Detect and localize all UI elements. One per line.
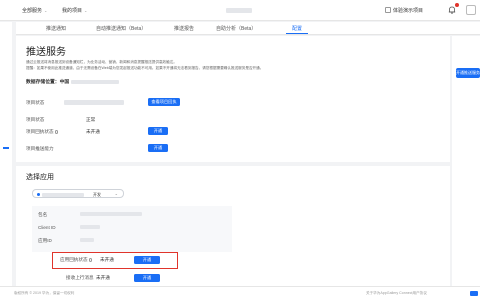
notification-badge bbox=[455, 3, 459, 7]
enable-app-receipt-button[interactable]: 开通 bbox=[134, 256, 160, 264]
enable-push-capability-button[interactable]: 开通 bbox=[148, 144, 168, 152]
project-status-label: 项目状态 bbox=[26, 117, 45, 122]
tab-bar: 推送通知 自动推送通知（Beta） 推送报告 自助分析（Beta） 配置 bbox=[16, 22, 480, 35]
experience-project-link[interactable]: 体验演示项目 bbox=[385, 6, 423, 14]
experience-project-label: 体验演示项目 bbox=[393, 7, 424, 14]
app-name-redacted bbox=[226, 8, 252, 13]
enable-receipt-button[interactable]: 开通 bbox=[148, 127, 168, 135]
footer: 版权所有 © 2019 华为，保留一切权利 关于华为AppGallery Con… bbox=[0, 286, 480, 300]
app-id-label: 应用ID bbox=[38, 238, 52, 243]
package-name-redacted bbox=[80, 212, 142, 216]
push-service-reminder: 提醒：如果不使用此推送通道，由于无需设备在Web端为您发起推送功能不可用。如果不… bbox=[26, 66, 264, 70]
chevron-down-icon: ⌄ bbox=[84, 8, 88, 13]
project-status-redacted bbox=[64, 100, 124, 105]
app-detail-box: 包名 Client ID 应用ID bbox=[32, 206, 232, 252]
chevron-down-icon: ⌄ bbox=[44, 8, 48, 13]
push-service-description: 通过云推送将消息推送到设备通知栏，为业务活动、营销、新闻和消息提醒推送提供高效触… bbox=[26, 60, 177, 64]
project-receipt-status: 项目回执状态 bbox=[26, 129, 59, 135]
project-dropdown[interactable]: 我的项目 ⌄ bbox=[62, 7, 87, 14]
info-icon bbox=[54, 130, 59, 134]
data-location-label: 数据存储位置：中国 bbox=[26, 80, 70, 85]
top-bar: 全部服务 ⌄ 我的项目 ⌄ 体验演示项目 bbox=[0, 0, 480, 21]
project-status-value: 正常 bbox=[86, 117, 96, 122]
tab-push-notification[interactable]: 推送通知 bbox=[46, 25, 66, 32]
service-dropdown[interactable]: 全部服务 ⌄ bbox=[22, 7, 47, 14]
app-name-redacted bbox=[42, 192, 84, 197]
service-dropdown-label: 全部服务 bbox=[22, 8, 43, 14]
tab-auto-push[interactable]: 自动推送通知（Beta） bbox=[96, 25, 146, 32]
app-receipt-status-label: 应用回执状态 bbox=[60, 257, 88, 262]
receive-upstream-label: 接收上行消息 bbox=[66, 275, 94, 280]
project-icon bbox=[385, 7, 391, 13]
project-status-label: 项目状态 bbox=[26, 100, 45, 105]
info-icon bbox=[88, 258, 93, 262]
package-name-label: 包名 bbox=[38, 212, 48, 217]
tab-settings[interactable]: 配置 bbox=[292, 25, 302, 32]
app-select-status: 开发 bbox=[93, 191, 101, 197]
push-service-card: 推送服务 通过云推送将消息推送到设备通知栏，为业务活动、营销、新闻和消息提醒推送… bbox=[16, 36, 450, 162]
project-push-capability-label: 项目推送能力 bbox=[26, 146, 54, 151]
app-select[interactable]: 开发 ⌄ bbox=[32, 189, 124, 198]
view-project-receipt-button[interactable]: 查看项目回执 bbox=[148, 98, 180, 106]
app-id-redacted bbox=[80, 238, 94, 242]
data-location-redacted bbox=[71, 79, 120, 84]
client-id-label: Client ID bbox=[38, 225, 56, 230]
tab-push-report[interactable]: 推送报告 bbox=[174, 25, 194, 32]
enable-upstream-button[interactable]: 开通 bbox=[134, 274, 160, 282]
chevron-down-icon: ⌄ bbox=[114, 191, 118, 197]
left-nav-active-marker bbox=[3, 147, 9, 149]
footer-help-button[interactable] bbox=[470, 291, 478, 296]
active-tab-indicator bbox=[286, 33, 308, 34]
enable-push-service-button[interactable]: 开通推送服务 bbox=[456, 68, 480, 78]
left-nav-strip bbox=[0, 22, 12, 292]
app-receipt-status: 应用回执状态 bbox=[60, 257, 93, 263]
client-id-redacted bbox=[80, 225, 100, 229]
data-location: 数据存储位置：中国 bbox=[26, 78, 120, 85]
app-status-dot bbox=[37, 192, 40, 196]
avatar[interactable] bbox=[466, 5, 476, 15]
project-dropdown-label: 我的项目 bbox=[62, 8, 83, 14]
tab-self-analysis[interactable]: 自助分析（Beta） bbox=[216, 25, 256, 32]
app-config-title: 选择应用 bbox=[26, 174, 54, 181]
project-receipt-status-value: 未开通 bbox=[86, 129, 100, 134]
footer-copyright: 版权所有 © 2019 华为，保留一切权利 bbox=[14, 291, 75, 295]
project-receipt-status-label: 项目回执状态 bbox=[26, 129, 54, 134]
page-title: 推送服务 bbox=[26, 47, 66, 58]
receive-upstream-value: 未开通 bbox=[96, 275, 110, 280]
footer-agreement-link[interactable]: 关于华为AppGallery Connect用户协议 bbox=[366, 291, 427, 296]
app-receipt-status-value: 未开通 bbox=[100, 257, 114, 262]
